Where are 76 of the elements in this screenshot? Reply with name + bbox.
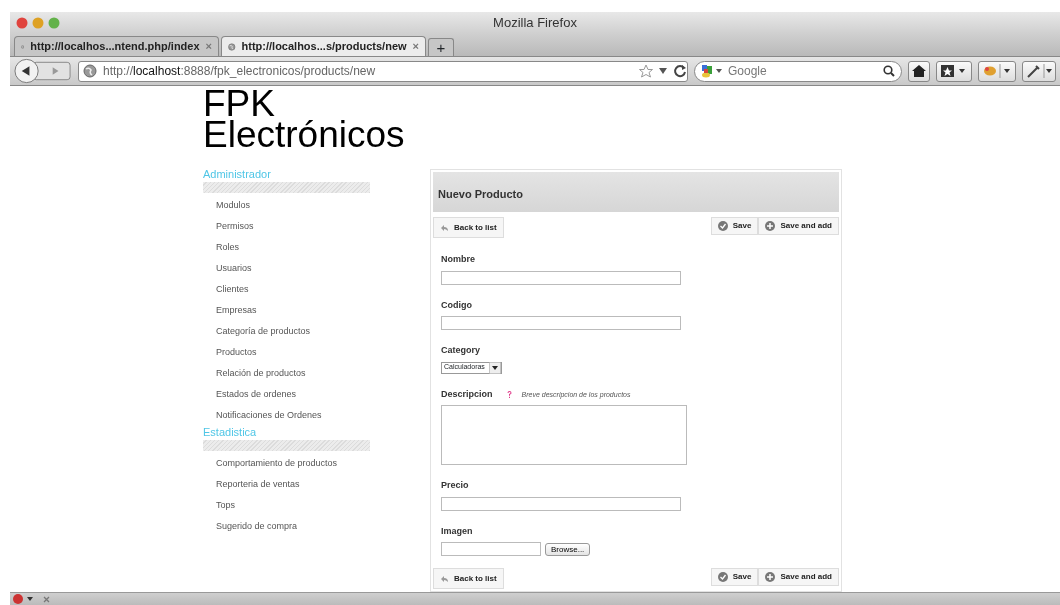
sidebar-link[interactable]: Categoría de productos — [203, 321, 311, 342]
home-icon — [912, 65, 926, 77]
sidebar-link[interactable]: Relación de productos — [203, 363, 306, 384]
search-field[interactable]: Google — [694, 60, 902, 82]
window-control-icon[interactable] — [48, 17, 60, 29]
url-text: http://localhost:8888/fpk_electronicos/products/new — [103, 63, 376, 80]
eyedropper-button[interactable] — [1022, 60, 1056, 82]
browser-tab[interactable]: http://localhos...s/products/new × — [221, 36, 426, 56]
dropdown-arrow-icon[interactable] — [659, 68, 667, 74]
sidebar-link[interactable]: Comportamiento de productos — [203, 453, 338, 474]
addon-button[interactable] — [978, 60, 1016, 82]
field-label: Descripcion — [441, 388, 493, 399]
back-forward-buttons-icon[interactable] — [14, 58, 72, 84]
section-title: Estadistica — [203, 426, 258, 439]
window-title: Mozilla Firefox — [493, 14, 577, 33]
browser-tab[interactable]: http://localhos...ntend.php/index × — [14, 36, 219, 56]
sidebar-link[interactable]: Empresas — [203, 300, 257, 321]
bookmark-star-icon — [940, 64, 968, 78]
dropdown-arrow-icon[interactable] — [27, 597, 33, 601]
description-textarea[interactable] — [441, 405, 687, 465]
back-arrow-icon — [440, 223, 449, 232]
plus-circle-icon — [765, 572, 776, 582]
sidebar-link[interactable]: Estados de ordenes — [203, 384, 297, 405]
window-control-icon[interactable] — [32, 17, 44, 29]
address-bar[interactable]: http://localhost:8888/fpk_electronicos/products/new — [78, 60, 688, 82]
star-icon[interactable] — [639, 64, 653, 78]
save-button[interactable]: Save — [710, 217, 759, 235]
window-control-icon[interactable] — [16, 17, 28, 29]
field-label: Imagen — [441, 525, 473, 536]
eyedropper-icon — [1026, 64, 1052, 78]
close-icon[interactable] — [43, 595, 50, 603]
bookmarks-button[interactable] — [936, 60, 972, 82]
logo-text: Electrónicos — [203, 119, 405, 150]
sidebar-link[interactable]: Modulos — [203, 195, 251, 216]
text-input[interactable] — [441, 316, 681, 330]
save-button[interactable]: Save — [710, 568, 759, 586]
search-engine-icon[interactable] — [701, 64, 723, 78]
bug-icon — [982, 64, 1012, 78]
tab-label: http://localhos...ntend.php/index — [30, 39, 200, 55]
sidebar-link[interactable]: Permisos — [203, 216, 254, 237]
sidebar-link[interactable]: Tops — [203, 495, 235, 516]
check-circle-icon — [717, 221, 728, 231]
field-label: Nombre — [441, 254, 475, 264]
field-label: Codigo — [441, 299, 472, 310]
home-button[interactable] — [908, 60, 930, 82]
field-label: Category — [441, 345, 480, 355]
tab-label: http://localhos...s/products/new — [241, 39, 407, 55]
help-icon — [506, 390, 512, 398]
back-to-list-button[interactable]: Back to list — [433, 217, 504, 238]
search-icon[interactable] — [883, 65, 895, 77]
back-arrow-icon — [440, 574, 449, 583]
section-title: Administrador — [203, 168, 272, 181]
panel-header: Nuevo Producto — [433, 172, 839, 212]
plus-circle-icon — [765, 221, 776, 231]
browse-button[interactable]: Browse... — [545, 542, 591, 556]
sidebar-link[interactable]: Notificaciones de Ordenes — [203, 405, 322, 426]
tab-close-button[interactable]: × — [412, 38, 419, 55]
sidebar-link[interactable]: Clientes — [203, 279, 249, 300]
field-label: Precio — [441, 480, 469, 490]
save-and-add-button[interactable]: Save and add — [758, 568, 839, 586]
sidebar-link[interactable]: Reporteria de ventas — [203, 474, 300, 495]
text-input[interactable] — [441, 496, 681, 511]
file-input[interactable] — [441, 542, 541, 556]
sidebar-link[interactable]: Roles — [203, 237, 239, 258]
text-input[interactable] — [441, 270, 681, 285]
dropdown-arrow-icon — [488, 361, 501, 374]
save-and-add-button[interactable]: Save and add — [758, 217, 839, 235]
sidebar-link[interactable]: Usuarios — [203, 258, 252, 279]
check-circle-icon — [717, 572, 728, 582]
back-to-list-button[interactable]: Back to list — [433, 568, 504, 589]
logo-text: FPK — [203, 88, 275, 119]
new-tab-button[interactable]: + — [428, 38, 454, 56]
stop-sign-icon[interactable] — [13, 594, 23, 604]
sidebar-link[interactable]: Sugerido de compra — [203, 516, 298, 537]
reload-icon[interactable] — [673, 64, 687, 78]
sidebar-link[interactable]: Productos — [203, 342, 257, 363]
